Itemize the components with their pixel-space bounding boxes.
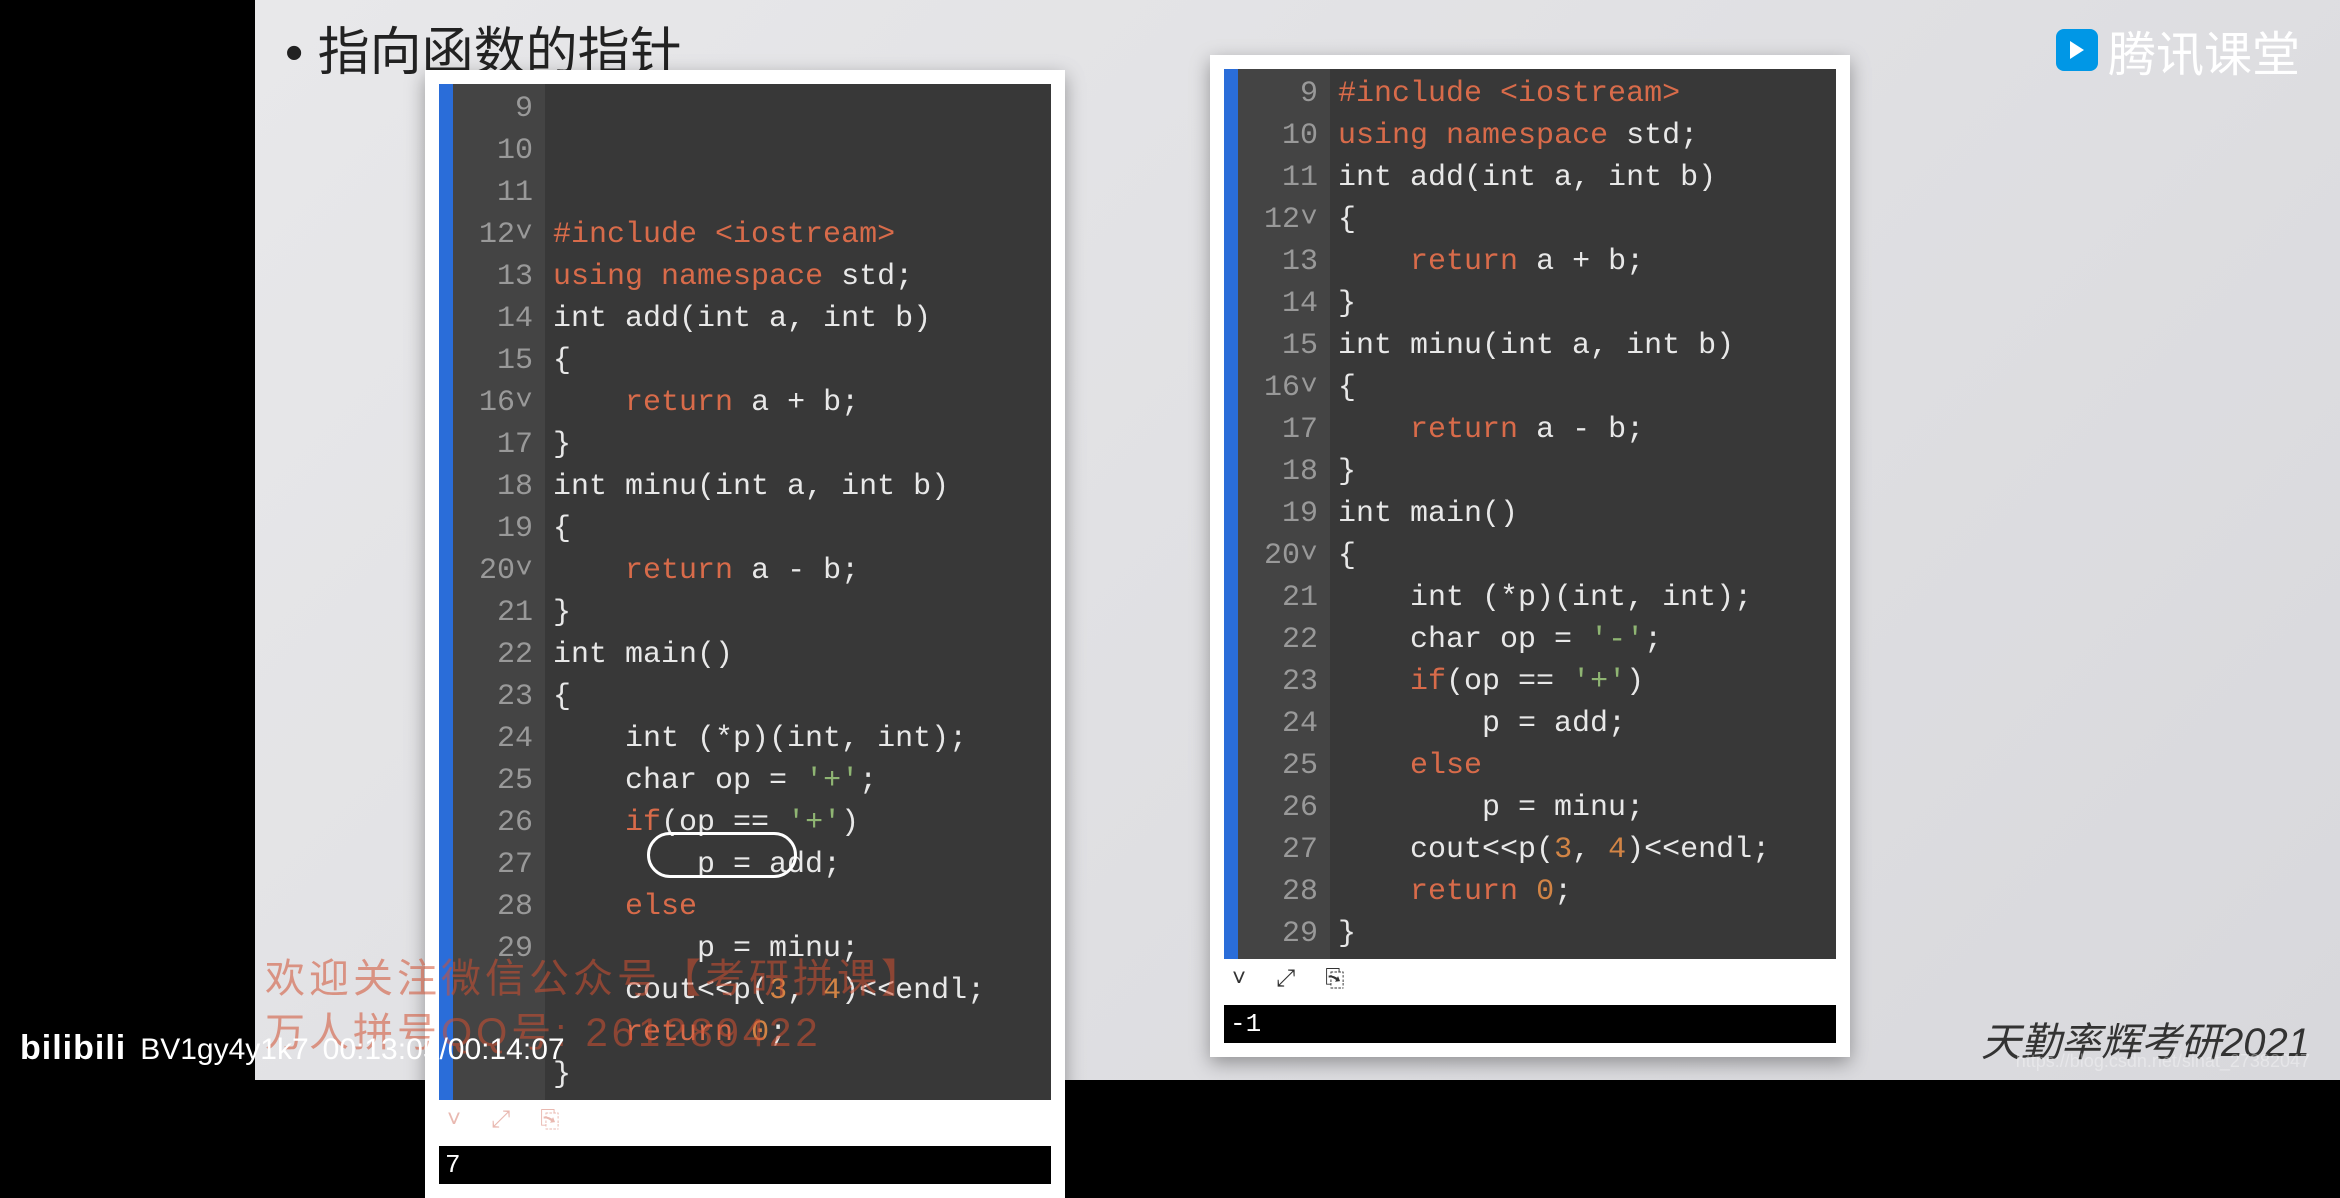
code-line: {	[1338, 367, 1770, 409]
gutter-bar	[1224, 69, 1238, 959]
line-numbers-right: 9 10 11 12˅ 13 14 15 16˅ 17 18 19 20˅ 21…	[1238, 69, 1330, 959]
code-line: p = add;	[553, 844, 985, 886]
copy-icon[interactable]: ⎘	[540, 1106, 559, 1134]
line-numbers-left: 9 10 11 12˅ 13 14 15 16˅ 17 18 19 20˅ 21…	[453, 84, 545, 1100]
code-line: int main()	[1338, 493, 1770, 535]
code-line: cout<<p(3, 4)<<endl;	[1338, 829, 1770, 871]
code-line: }	[1338, 913, 1770, 955]
code-line: int (*p)(int, int);	[553, 718, 985, 760]
code-line: int add(int a, int b)	[1338, 157, 1770, 199]
bilibili-logo: bilibili	[20, 1029, 126, 1068]
gutter-bar	[439, 84, 453, 1100]
code-lines-right: #include <iostream>using namespace std;i…	[1330, 69, 1778, 959]
code-line: using namespace std;	[553, 256, 985, 298]
code-line: if(op == '+')	[1338, 661, 1770, 703]
promo-line1: 欢迎关注微信公众号【考研拼课】	[265, 952, 925, 1006]
code-panel-right: 9 10 11 12˅ 13 14 15 16˅ 17 18 19 20˅ 21…	[1210, 55, 1850, 1057]
code-line: {	[1338, 535, 1770, 577]
code-line: return a + b;	[553, 382, 985, 424]
editor-right: 9 10 11 12˅ 13 14 15 16˅ 17 18 19 20˅ 21…	[1224, 69, 1836, 959]
code-line: int (*p)(int, int);	[1338, 577, 1770, 619]
code-lines-left: #include <iostream>using namespace std;i…	[545, 84, 993, 1100]
code-line: int minu(int a, int b)	[553, 466, 985, 508]
console-toolbar-right: ˅ ⤢ ⎘	[1224, 959, 1836, 999]
chevron-down-icon[interactable]: ˅	[447, 1106, 461, 1134]
code-line: if(op == '+')	[553, 802, 985, 844]
tencent-text: 腾讯课堂	[2108, 15, 2300, 85]
slide-background: 指向函数的指针 腾讯课堂 9 10 11 12˅ 13 14 15 16˅ 17…	[255, 0, 2340, 1080]
code-line: }	[553, 1054, 985, 1096]
console-toolbar-left: ˅ ⤢ ⎘	[439, 1100, 1051, 1140]
editor-left: 9 10 11 12˅ 13 14 15 16˅ 17 18 19 20˅ 21…	[439, 84, 1051, 1100]
code-line: else	[553, 886, 985, 928]
console-output-left: 7	[439, 1146, 1051, 1184]
expand-icon[interactable]: ⤢	[491, 1106, 510, 1134]
code-line: return 0;	[1338, 871, 1770, 913]
code-line: }	[1338, 451, 1770, 493]
console-output-right: -1	[1224, 1005, 1836, 1043]
code-line: #include <iostream>	[1338, 73, 1770, 115]
code-line: using namespace std;	[1338, 115, 1770, 157]
code-line: {	[553, 676, 985, 718]
code-line: {	[1338, 199, 1770, 241]
copy-icon[interactable]: ⎘	[1325, 965, 1344, 993]
code-line: }	[553, 592, 985, 634]
code-line: char op = '-';	[1338, 619, 1770, 661]
chevron-down-icon[interactable]: ˅	[1232, 965, 1246, 993]
code-line: return a - b;	[1338, 409, 1770, 451]
code-line: #include <iostream>	[553, 214, 985, 256]
play-icon	[2056, 29, 2098, 71]
code-line: p = add;	[1338, 703, 1770, 745]
code-line: }	[1338, 283, 1770, 325]
code-line: int minu(int a, int b)	[1338, 325, 1770, 367]
csdn-watermark: https://blog.csdn.net/sinat_27382047	[2016, 1051, 2310, 1072]
code-line: {	[553, 508, 985, 550]
code-line: p = minu;	[1338, 787, 1770, 829]
code-line: {	[553, 340, 985, 382]
playback-time: 00:13:05/00:14:07	[323, 1033, 565, 1067]
code-line: }	[553, 424, 985, 466]
code-line: return a - b;	[553, 550, 985, 592]
bv-id: BV1gy4y1k7	[140, 1033, 308, 1067]
code-line: return a + b;	[1338, 241, 1770, 283]
code-line: int add(int a, int b)	[553, 298, 985, 340]
code-line: char op = '+';	[553, 760, 985, 802]
tencent-classroom-logo: 腾讯课堂	[2056, 15, 2300, 85]
bilibili-watermark: bilibili BV1gy4y1k7 00:13:05/00:14:07	[20, 1029, 565, 1068]
expand-icon[interactable]: ⤢	[1276, 965, 1295, 993]
code-line: else	[1338, 745, 1770, 787]
code-line: int main()	[553, 634, 985, 676]
